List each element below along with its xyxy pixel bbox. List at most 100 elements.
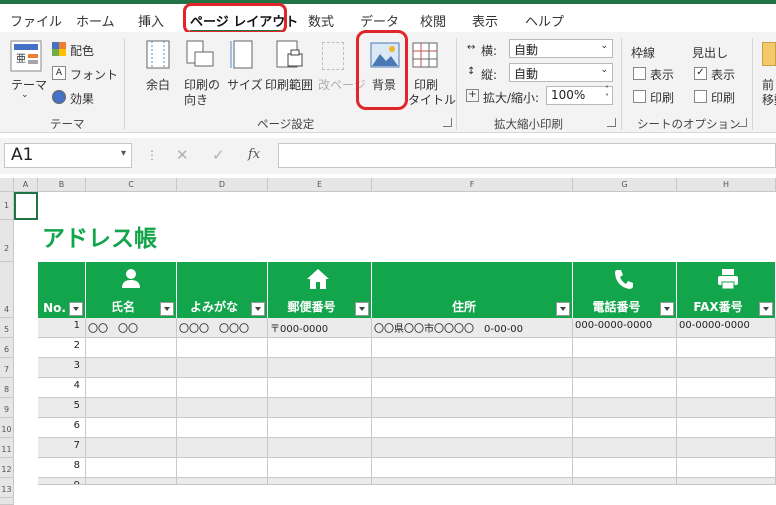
filter-button[interactable] [759, 302, 773, 316]
cell-no[interactable]: 8 [38, 458, 86, 478]
cell-postal[interactable] [268, 438, 372, 458]
margins-button[interactable]: 余白 [146, 76, 170, 93]
cell-address[interactable] [372, 458, 573, 478]
row-header[interactable]: 12 [0, 458, 14, 478]
cell-no[interactable]: 6 [38, 418, 86, 438]
cell-name[interactable] [86, 438, 177, 458]
tab-view[interactable]: 表示 [472, 11, 498, 30]
cell-postal[interactable] [268, 398, 372, 418]
filter-button[interactable] [660, 302, 674, 316]
row-header[interactable]: 9 [0, 398, 14, 418]
cell-fax[interactable] [677, 478, 776, 485]
gridlines-view-checkbox[interactable] [633, 67, 646, 80]
cell-fax[interactable] [677, 438, 776, 458]
cell-reading[interactable] [177, 338, 268, 358]
dialog-launcher-icon[interactable] [738, 118, 747, 127]
cell-postal[interactable] [268, 338, 372, 358]
cell-no[interactable]: 5 [38, 398, 86, 418]
cell-name[interactable] [86, 458, 177, 478]
cell-address[interactable]: 〇〇県〇〇市〇〇〇〇 0-00-00 [372, 318, 573, 338]
select-all-corner[interactable] [0, 178, 14, 192]
cell-fax[interactable]: 00-0000-0000 [677, 318, 776, 338]
row-header[interactable]: 11 [0, 438, 14, 458]
cell-address[interactable] [372, 438, 573, 458]
tab-home[interactable]: ホーム [76, 11, 115, 30]
cell-phone[interactable] [573, 378, 677, 398]
cell-phone[interactable]: 000-0000-0000 [573, 318, 677, 338]
column-header[interactable]: A [14, 178, 38, 192]
cell-postal[interactable] [268, 358, 372, 378]
cell-address[interactable] [372, 478, 573, 485]
row-header[interactable]: 7 [0, 358, 14, 378]
selected-cell[interactable] [14, 192, 38, 220]
tab-insert[interactable]: 挿入 [138, 11, 164, 30]
formula-input[interactable] [278, 143, 776, 168]
cell-address[interactable] [372, 398, 573, 418]
row-header[interactable]: 6 [0, 338, 14, 358]
cell-reading[interactable] [177, 458, 268, 478]
column-header[interactable]: F [372, 178, 573, 192]
filter-button[interactable] [355, 302, 369, 316]
dialog-launcher-icon[interactable] [443, 118, 452, 127]
width-dropdown[interactable]: 自動 ⌄ [509, 39, 613, 58]
cell-postal[interactable] [268, 378, 372, 398]
dialog-launcher-icon[interactable] [607, 118, 616, 127]
gridlines-print-checkbox[interactable] [633, 90, 646, 103]
print-area-button[interactable]: 印刷範囲 [265, 76, 313, 93]
column-header[interactable]: D [177, 178, 268, 192]
cell-address[interactable] [372, 378, 573, 398]
column-header[interactable]: E [268, 178, 372, 192]
cell-no[interactable]: 9 [38, 478, 86, 485]
cell-name[interactable]: 〇〇 〇〇 [86, 318, 177, 338]
cell-address[interactable] [372, 358, 573, 378]
cell-postal[interactable] [268, 458, 372, 478]
height-dropdown[interactable]: 自動 ⌄ [509, 63, 613, 82]
cell-fax[interactable] [677, 458, 776, 478]
row-header[interactable]: 10 [0, 418, 14, 438]
tab-review[interactable]: 校閲 [420, 11, 446, 30]
cell-phone[interactable] [573, 458, 677, 478]
cell-fax[interactable] [677, 358, 776, 378]
cancel-icon[interactable]: ✕ [176, 146, 189, 164]
row-header[interactable]: 13 [0, 478, 14, 498]
tab-help[interactable]: ヘルプ [525, 11, 564, 30]
cell-no[interactable]: 2 [38, 338, 86, 358]
size-button[interactable]: サイズ [227, 76, 263, 93]
tab-formulas[interactable]: 数式 [308, 11, 334, 30]
cell-postal[interactable]: 〒000-0000 [268, 318, 372, 338]
row-header[interactable]: 5 [0, 318, 14, 338]
enter-icon[interactable]: ✓ [212, 146, 225, 164]
headings-print-checkbox[interactable] [694, 90, 707, 103]
cell-no[interactable]: 3 [38, 358, 86, 378]
tab-file[interactable]: ファイル [10, 11, 62, 30]
filter-button[interactable] [251, 302, 265, 316]
cell-phone[interactable] [573, 338, 677, 358]
cell-name[interactable] [86, 398, 177, 418]
cell-fax[interactable] [677, 378, 776, 398]
cell-reading[interactable] [177, 398, 268, 418]
row-header[interactable]: 8 [0, 378, 14, 398]
cell-phone[interactable] [573, 418, 677, 438]
column-header[interactable]: C [86, 178, 177, 192]
cell-no[interactable]: 4 [38, 378, 86, 398]
cell-phone[interactable] [573, 438, 677, 458]
spin-down-icon[interactable]: ˅ [605, 93, 609, 102]
tab-data[interactable]: データ [360, 11, 399, 30]
colors-button[interactable]: 配色 [70, 42, 94, 59]
cell-reading[interactable] [177, 418, 268, 438]
cell-reading[interactable] [177, 378, 268, 398]
cell-reading[interactable] [177, 438, 268, 458]
cell-fax[interactable] [677, 418, 776, 438]
row-header[interactable]: 1 [0, 192, 14, 220]
cell-name[interactable] [86, 378, 177, 398]
row-header[interactable]: 4 [0, 262, 14, 318]
column-header[interactable]: G [573, 178, 677, 192]
cell-address[interactable] [372, 338, 573, 358]
insert-function-icon[interactable]: fx [248, 147, 260, 162]
row-header[interactable]: 2 [0, 220, 14, 262]
cell-phone[interactable] [573, 398, 677, 418]
cell-postal[interactable] [268, 418, 372, 438]
cell-name[interactable] [86, 478, 177, 485]
cell-name[interactable] [86, 418, 177, 438]
cell-fax[interactable] [677, 338, 776, 358]
